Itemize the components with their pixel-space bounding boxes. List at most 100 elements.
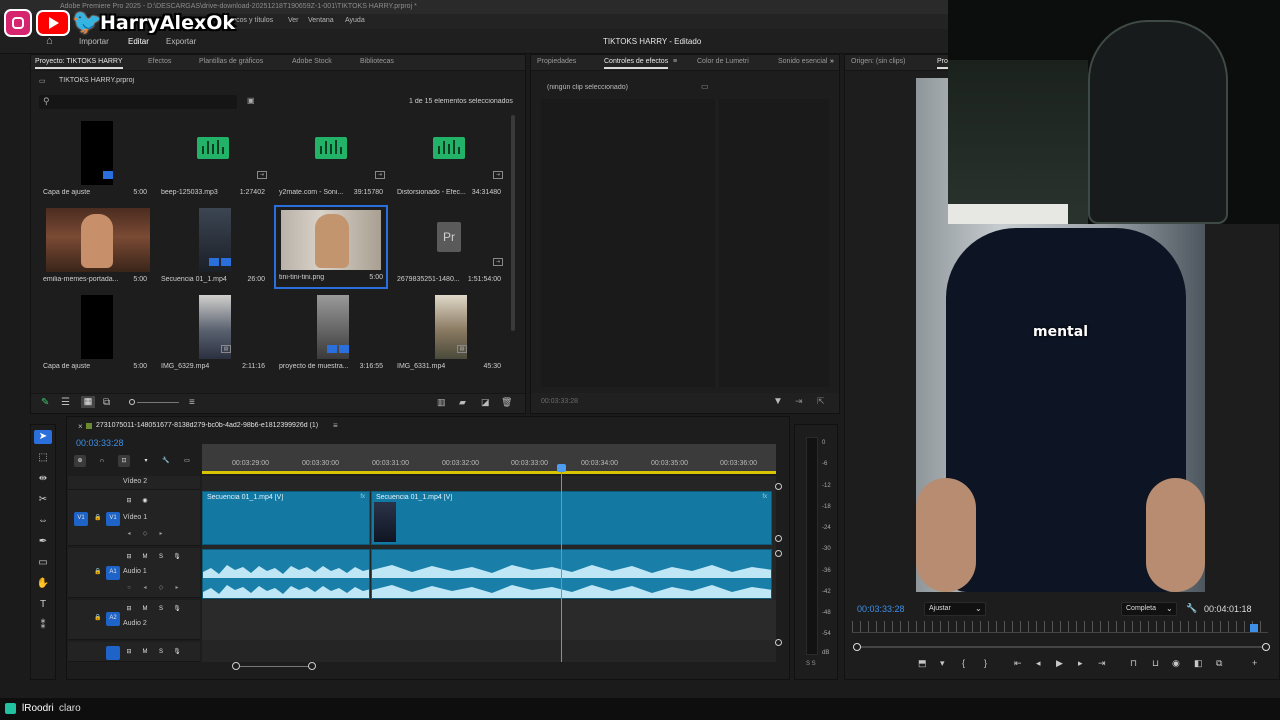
- lock-icon[interactable]: 🔒: [92, 612, 104, 624]
- nest-icon[interactable]: ⊡: [118, 455, 130, 467]
- captions-icon[interactable]: ▭: [181, 455, 193, 467]
- bin-item-tini-selected[interactable]: tini-tini-tini.png 5:00: [274, 205, 388, 289]
- mark-in-icon[interactable]: {: [962, 658, 965, 668]
- export-icon[interactable]: ⇥: [795, 396, 803, 407]
- scrollbar[interactable]: [511, 115, 515, 331]
- sync-lock-icon[interactable]: ⊟: [123, 646, 135, 658]
- eye-icon[interactable]: ◉: [139, 495, 151, 507]
- bin-item-proyecto-muestra[interactable]: proyecto de muestra... 3:16:55: [275, 295, 387, 377]
- pan-icon[interactable]: ○: [123, 582, 135, 594]
- pencil-icon[interactable]: ✎: [41, 397, 49, 408]
- keyframe-next-icon[interactable]: ▸: [171, 582, 183, 594]
- solo-icon[interactable]: S: [155, 551, 167, 563]
- work-area-bar[interactable]: [202, 471, 776, 474]
- tab-import[interactable]: Importar: [79, 37, 109, 46]
- lock-icon[interactable]: 🔒: [92, 566, 104, 578]
- audio-clip[interactable]: [202, 549, 370, 599]
- snap-icon[interactable]: ⊕: [74, 455, 86, 467]
- tab-essential-sound[interactable]: Sonido esencial: [778, 58, 828, 65]
- hand-tool-icon[interactable]: ✋: [34, 577, 52, 591]
- play-icon[interactable]: ▶: [1056, 658, 1063, 669]
- lock-icon[interactable]: 🔒: [92, 512, 104, 524]
- razor-tool-icon[interactable]: ✂: [34, 493, 52, 507]
- import-icon[interactable]: ⇱: [817, 396, 825, 407]
- tab-source[interactable]: Origen: (sin clips): [851, 58, 905, 65]
- new-item-icon[interactable]: ◪: [481, 397, 490, 408]
- tab-libraries[interactable]: Bibliotecas: [360, 58, 394, 65]
- bin-item-pr-project[interactable]: Pr ⇥ 2679835251-1480... 1:51:54:00: [393, 208, 505, 290]
- bin-item-distorsionado[interactable]: ⇥ Distorsionado - Efec... 34:31480: [393, 121, 505, 203]
- go-to-in-icon[interactable]: ⇤: [1014, 658, 1022, 669]
- keyframe-prev-icon[interactable]: ◂: [139, 582, 151, 594]
- timeline-horizontal-scroll[interactable]: [236, 666, 312, 667]
- caption-tool-icon[interactable]: ⁑: [34, 619, 52, 633]
- mark-out-icon[interactable]: }: [984, 658, 987, 668]
- audio-clip[interactable]: [371, 549, 772, 599]
- keyframe-add-icon[interactable]: ◇: [155, 582, 167, 594]
- marker-icon[interactable]: ⬒: [918, 658, 927, 669]
- mute-icon[interactable]: M: [139, 603, 151, 615]
- menu-icon[interactable]: ≡: [333, 421, 338, 430]
- mute-icon[interactable]: M: [139, 646, 151, 658]
- filter-icon[interactable]: ▼: [773, 396, 783, 407]
- solo-buttons[interactable]: S S: [806, 661, 816, 667]
- sort-icon[interactable]: ≡: [189, 397, 195, 408]
- step-back-icon[interactable]: ◂: [1036, 658, 1041, 669]
- tab-export[interactable]: Exportar: [166, 37, 196, 46]
- new-folder-icon[interactable]: ▰: [459, 397, 466, 408]
- camera-icon[interactable]: ◉: [1172, 658, 1180, 669]
- step-forward-icon[interactable]: ▸: [1078, 658, 1083, 669]
- tab-properties[interactable]: Propiedades: [537, 58, 576, 65]
- trash-icon[interactable]: 🗑: [501, 397, 512, 408]
- quality-dropdown[interactable]: Completa ⌄: [1121, 602, 1177, 616]
- menu-item-view[interactable]: Ver: [288, 17, 299, 24]
- tab-lumetri[interactable]: Color de Lumetri: [697, 58, 749, 65]
- bin-item-beep[interactable]: ⇥ beep-125033.mp3 1:27402: [157, 121, 269, 203]
- track-target-a2[interactable]: A2: [106, 612, 120, 626]
- time-ruler[interactable]: 00:03:29:00 00:03:30:00 00:03:31:00 00:0…: [202, 444, 776, 474]
- playhead-handle[interactable]: [557, 464, 566, 472]
- bin-item-img6331[interactable]: ▤ IMG_6331.mp4 45:30: [393, 295, 505, 377]
- sync-lock-icon[interactable]: ⊟: [123, 603, 135, 615]
- type-tool-icon[interactable]: T: [34, 598, 52, 612]
- mute-icon[interactable]: M: [139, 551, 151, 563]
- playhead-marker[interactable]: [1250, 624, 1258, 632]
- wrench-icon[interactable]: 🔧: [1186, 603, 1197, 614]
- add-marker-icon[interactable]: ▾: [940, 658, 945, 669]
- sequence-tab[interactable]: 2731075011-148051677-8138d279-bc0b-4ad2-…: [96, 422, 318, 429]
- add-button-icon[interactable]: +: [1252, 658, 1257, 668]
- menu-item-window[interactable]: Ventana: [308, 17, 334, 24]
- close-tab-icon[interactable]: ×: [78, 422, 83, 431]
- keyframe-next-icon[interactable]: ▸: [155, 528, 167, 540]
- more-tabs-icon[interactable]: »: [830, 58, 834, 65]
- track-target-v1[interactable]: V1: [106, 512, 120, 526]
- fit-dropdown[interactable]: Ajustar ⌄: [924, 602, 986, 616]
- slip-tool-icon[interactable]: ⇔: [34, 514, 52, 528]
- bin-item-emilia[interactable]: emilia-memes-portada... 5:00: [39, 208, 151, 290]
- solo-icon[interactable]: S: [155, 646, 167, 658]
- multicam-icon[interactable]: ⧉: [1216, 658, 1222, 669]
- keyframe-add-icon[interactable]: ◇: [139, 528, 151, 540]
- keyframe-prev-icon[interactable]: ◂: [123, 528, 135, 540]
- tab-project[interactable]: Proyecto: TIKTOKS HARRY: [35, 58, 123, 69]
- zoom-slider[interactable]: [137, 402, 179, 403]
- tab-effect-controls[interactable]: Controles de efectos: [604, 58, 669, 69]
- add-marker-icon[interactable]: ▾: [140, 455, 152, 467]
- show-timeline-icon[interactable]: ▭: [701, 82, 709, 91]
- playhead-line[interactable]: [561, 464, 562, 662]
- solo-icon[interactable]: S: [155, 603, 167, 615]
- sync-lock-icon[interactable]: ⊟: [123, 551, 135, 563]
- microphone-icon[interactable]: 🎙: [171, 646, 183, 658]
- bin-item-img6329[interactable]: ▤ IMG_6329.mp4 2:11:16: [157, 295, 269, 377]
- rectangle-tool-icon[interactable]: ▭: [34, 556, 52, 570]
- freeform-view-icon[interactable]: ⧉: [103, 397, 110, 408]
- tab-edit[interactable]: Editar: [128, 37, 149, 46]
- ripple-edit-icon[interactable]: ⇹: [34, 472, 52, 486]
- bin-item-secuencia[interactable]: Secuencia 01_1.mp4 26:00: [157, 208, 269, 290]
- icon-view-icon[interactable]: ▦: [81, 396, 95, 408]
- tab-graphics-templates[interactable]: Plantillas de gráficos: [199, 58, 263, 65]
- list-view-icon[interactable]: ☰: [61, 397, 70, 408]
- track-select-icon[interactable]: ⬚: [34, 451, 52, 465]
- bin-item-adjustment-layer[interactable]: Capa de ajuste 5:00: [39, 121, 151, 203]
- tab-effects[interactable]: Efectos: [148, 58, 171, 65]
